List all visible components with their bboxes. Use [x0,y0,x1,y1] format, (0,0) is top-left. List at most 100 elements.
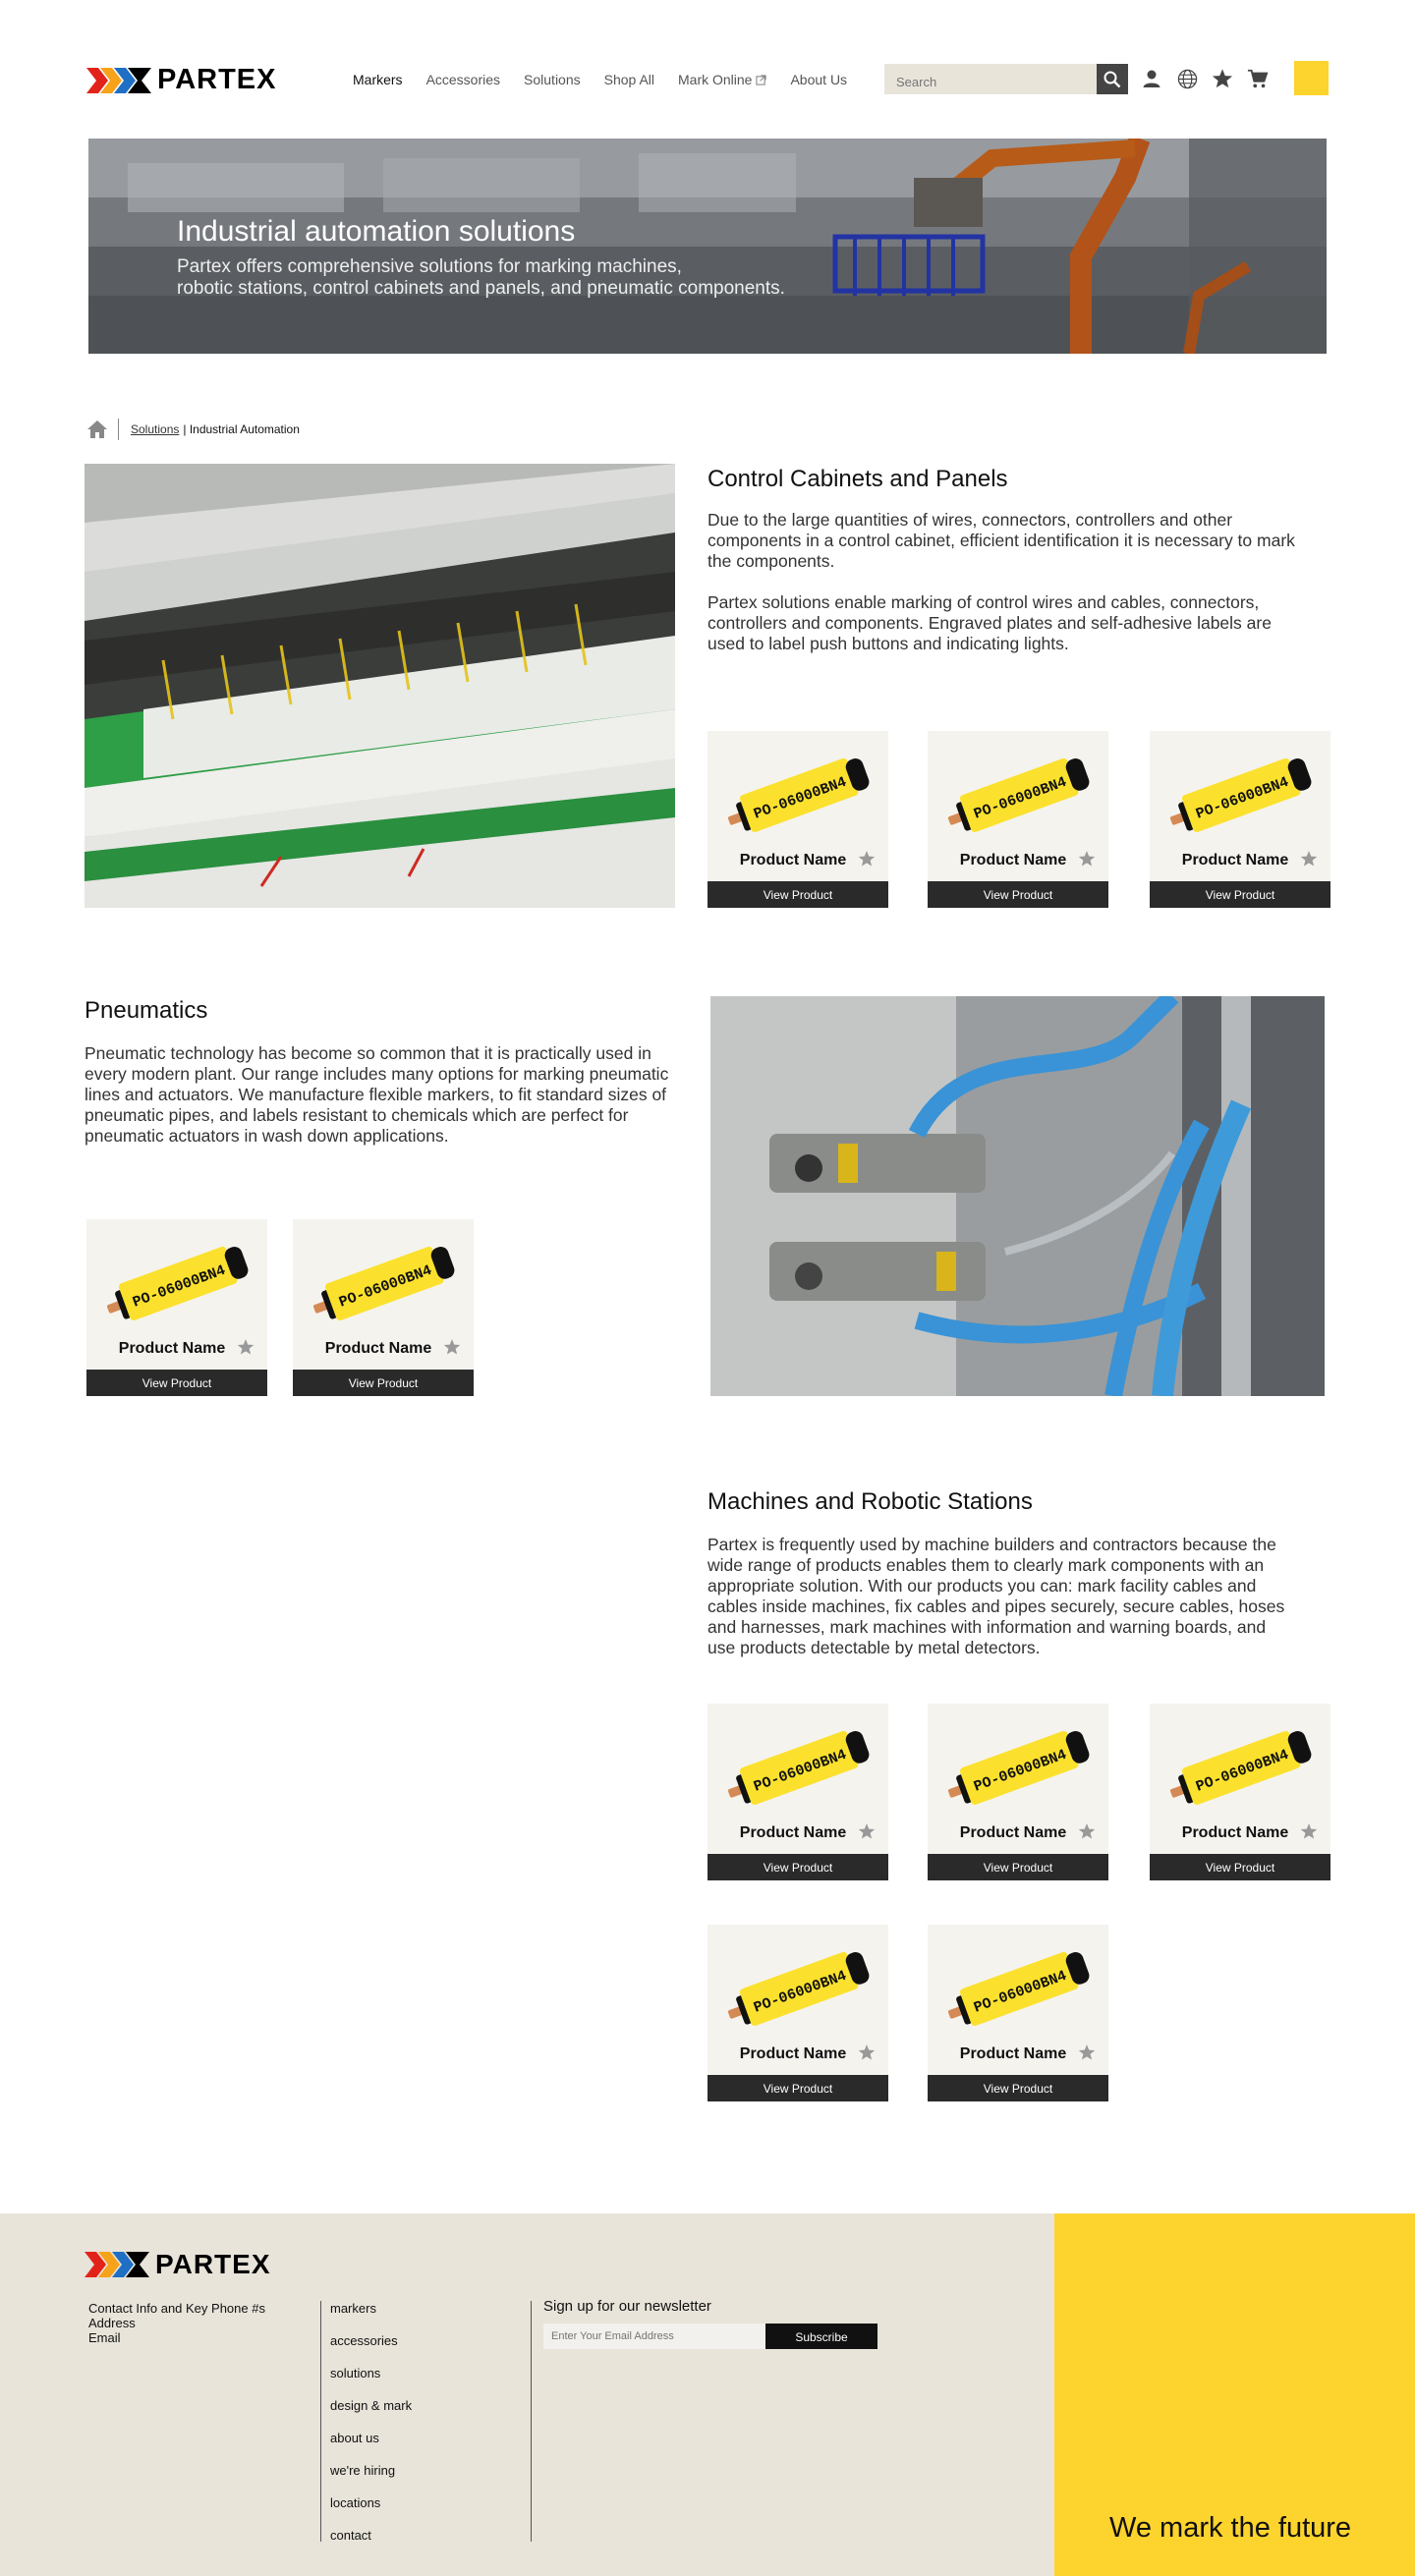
newsletter-email-input[interactable] [543,2324,765,2349]
view-product-button[interactable]: View Product [293,1370,474,1396]
nav-solutions[interactable]: Solutions [524,72,581,87]
view-product-button[interactable]: View Product [1150,1854,1330,1880]
nav-accessories[interactable]: Accessories [426,72,500,87]
hero-banner: Industrial automation solutions Partex o… [88,139,1327,354]
search-icon [1104,71,1121,87]
footer-tagline-panel: We mark the future [1054,2213,1415,2576]
view-product-button[interactable]: View Product [86,1370,267,1396]
machines-paragraph-1: Partex is frequently used by machine bui… [708,1535,1285,1657]
account-button[interactable] [1140,67,1163,90]
cabinets-paragraph-1: Due to the large quantities of wires, co… [708,510,1295,571]
cart-button[interactable] [1246,67,1270,90]
product-image[interactable]: PO-06000BN4 Product Name [928,731,1108,881]
product-card: PO-06000BN4 Product Name View Product [1150,731,1330,908]
nav-markers[interactable]: Markers [353,72,403,87]
pneumatics-title: Pneumatics [85,997,208,1024]
view-product-button[interactable]: View Product [1150,881,1330,908]
product-image[interactable]: PO-06000BN4 Product Name [1150,1704,1330,1854]
brand-square[interactable] [1294,61,1329,95]
product-image[interactable]: PO-06000BN4 Product Name [708,731,888,881]
product-image[interactable]: PO-06000BN4 Product Name [86,1219,267,1370]
footer-divider [531,2301,532,2542]
control-cabinet-photo [85,464,675,908]
footer-tagline: We mark the future [1109,2512,1352,2544]
footer-link-markers[interactable]: markers [330,2301,412,2333]
product-card: PO-06000BN4 Product Name View Product [86,1219,267,1396]
home-icon[interactable] [86,420,108,439]
site-header: PARTEX Markers Accessories Solutions Sho… [86,61,1329,96]
product-card: PO-06000BN4 Product Name View Product [708,1704,888,1880]
view-product-button[interactable]: View Product [928,881,1108,908]
product-card: PO-06000BN4 Product Name View Product [708,731,888,908]
breadcrumb-solutions-link[interactable]: Solutions [131,422,179,436]
footer-address: Address [88,2316,136,2330]
external-link-icon [756,75,767,85]
favorites-button[interactable] [1211,67,1234,90]
favorite-star-icon[interactable] [443,1338,461,1356]
user-icon [1143,70,1160,87]
language-button[interactable] [1175,67,1199,90]
footer-link-contact[interactable]: contact [330,2528,412,2560]
footer-contact-info: Contact Info and Key Phone #s [88,2301,265,2316]
subscribe-button[interactable]: Subscribe [765,2324,877,2349]
favorite-star-icon[interactable] [1078,850,1096,868]
product-image[interactable]: PO-06000BN4 Product Name [1150,731,1330,881]
newsletter-title: Sign up for our newsletter [543,2298,711,2315]
product-image[interactable]: PO-06000BN4 Product Name [293,1219,474,1370]
view-product-button[interactable]: View Product [928,2075,1108,2101]
footer-link-locations[interactable]: locations [330,2495,412,2528]
product-card: PO-06000BN4 Product Name View Product [708,1925,888,2101]
hero-title: Industrial automation solutions [177,215,576,248]
footer-logo-text: PARTEX [155,2249,271,2279]
newsletter-form: Subscribe [543,2324,877,2349]
cart-icon [1247,69,1269,88]
hero-subtitle-line2: robotic stations, control cabinets and p… [177,278,785,299]
product-card: PO-06000BN4 Product Name View Product [928,731,1108,908]
hero-text: Industrial automation solutions Partex o… [177,215,785,300]
view-product-button[interactable]: View Product [708,1854,888,1880]
footer-link-hiring[interactable]: we're hiring [330,2463,412,2495]
footer-link-design-mark[interactable]: design & mark [330,2398,412,2431]
footer-link-about-us[interactable]: about us [330,2431,412,2463]
favorite-star-icon[interactable] [1078,2044,1096,2061]
product-card: PO-06000BN4 Product Name View Product [1150,1704,1330,1880]
logo-text: PARTEX [157,64,277,95]
product-card: PO-06000BN4 Product Name View Product [928,1925,1108,2101]
machines-title: Machines and Robotic Stations [708,1488,1033,1515]
footer-link-accessories[interactable]: accessories [330,2333,412,2366]
pneumatics-image [710,996,1325,1396]
view-product-button[interactable]: View Product [928,1854,1108,1880]
nav-mark-online[interactable]: Mark Online [678,72,767,87]
search-input[interactable] [884,64,1071,94]
breadcrumb: Solutions | Industrial Automation [86,419,300,440]
nav-shop-all[interactable]: Shop All [604,72,654,87]
hero-subtitle-line1: Partex offers comprehensive solutions fo… [177,256,682,277]
product-image[interactable]: PO-06000BN4 Product Name [708,1925,888,2075]
view-product-button[interactable]: View Product [708,881,888,908]
partex-logo[interactable]: PARTEX [86,64,276,96]
favorite-star-icon[interactable] [1300,850,1318,868]
view-product-button[interactable]: View Product [708,2075,888,2101]
favorite-star-icon[interactable] [858,2044,876,2061]
product-card: PO-06000BN4 Product Name View Product [293,1219,474,1396]
favorite-star-icon[interactable] [1300,1822,1318,1840]
star-icon [1212,69,1233,88]
main-nav: Markers Accessories Solutions Shop All M… [353,72,871,87]
favorite-star-icon[interactable] [237,1338,255,1356]
newsletter-signup: Sign up for our newsletter Subscribe [543,2298,877,2349]
footer-logo[interactable]: PARTEX [85,2249,271,2280]
footer-link-solutions[interactable]: solutions [330,2366,412,2398]
globe-icon [1177,69,1197,88]
breadcrumb-divider [118,419,119,440]
partex-logo-icon [85,2252,149,2277]
search-button[interactable] [1097,64,1128,94]
product-image[interactable]: PO-06000BN4 Product Name [928,1704,1108,1854]
product-image[interactable]: PO-06000BN4 Product Name [928,1925,1108,2075]
pneumatics-paragraph-1: Pneumatic technology has become so commo… [85,1043,669,1146]
product-image[interactable]: PO-06000BN4 Product Name [708,1704,888,1854]
nav-about-us[interactable]: About Us [790,72,847,87]
control-cabinet-image [85,464,675,908]
favorite-star-icon[interactable] [858,1822,876,1840]
favorite-star-icon[interactable] [1078,1822,1096,1840]
favorite-star-icon[interactable] [858,850,876,868]
